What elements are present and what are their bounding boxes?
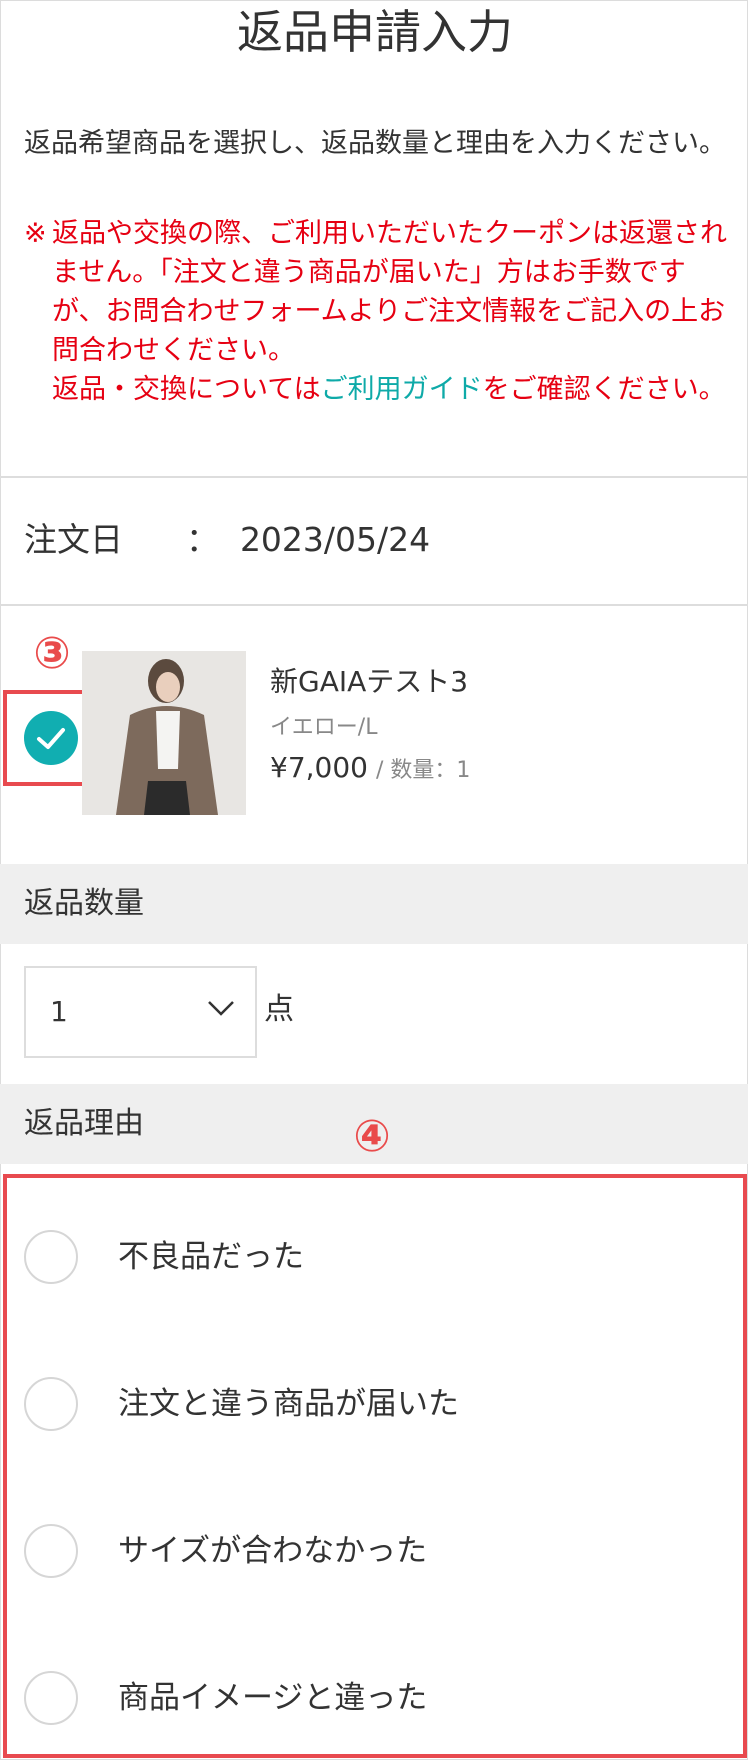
intro-text: 返品希望商品を選択し、返品数量と理由を入力ください。 — [24, 128, 726, 159]
notice-coupon-text: 返品や交換の際、ご利用いただいたクーポンは返還されません。「注文と違う商品が届い… — [52, 218, 727, 366]
product-price-row: ¥7,000 / 数量：1 — [270, 748, 470, 791]
return-quantity-header: 返品数量 — [0, 864, 748, 944]
reason-option-label: 注文と違う商品が届いた — [118, 1386, 459, 1422]
return-quantity-value: 1 — [50, 995, 68, 1028]
product-variant: イエロー/L — [270, 715, 378, 740]
usage-guide-link[interactable]: ご利用ガイド — [321, 374, 483, 405]
product-select-checkbox[interactable] — [24, 711, 78, 765]
notice-guide-prefix: 返品・交換については — [52, 374, 321, 405]
radio-button[interactable] — [24, 1671, 78, 1725]
radio-button[interactable] — [24, 1524, 78, 1578]
reason-option-label: 商品イメージと違った — [118, 1680, 428, 1716]
return-notice: ※ 返品や交換の際、ご利用いただいたクーポンは返還されません。「注文と違う商品が… — [24, 214, 734, 409]
notice-guide-text: 返品・交換についてはご利用ガイドをご確認ください。 — [24, 370, 734, 409]
return-quantity-unit: 点 — [264, 992, 294, 1027]
product-photo-icon — [82, 651, 246, 815]
return-quantity-heading: 返品数量 — [24, 886, 144, 921]
reason-option-image-mismatch[interactable]: 商品イメージと違った — [24, 1671, 724, 1727]
reason-option-wrong-item[interactable]: 注文と違う商品が届いた — [24, 1377, 724, 1433]
return-quantity-select[interactable]: 1 — [24, 966, 257, 1058]
reason-option-defective[interactable]: 不良品だった — [24, 1230, 724, 1286]
notice-mark: ※ — [24, 218, 47, 249]
radio-button[interactable] — [24, 1377, 78, 1431]
reason-option-label: 不良品だった — [118, 1239, 304, 1275]
order-date-separator: ： — [185, 520, 219, 559]
order-date-value: 2023/05/24 — [239, 520, 431, 559]
notice-guide-suffix: をご確認ください。 — [482, 374, 726, 405]
order-date-label: 注文日 — [24, 520, 123, 559]
page-title: 返品申請入力 — [237, 5, 513, 59]
chevron-down-icon — [208, 1001, 234, 1016]
order-date-row: 注文日 ： 2023/05/24 — [24, 515, 430, 565]
divider — [0, 604, 748, 606]
product-name: 新GAIAテスト3 — [270, 665, 469, 698]
reason-option-label: サイズが合わなかった — [118, 1533, 428, 1569]
product-price: ¥7,000 — [270, 751, 368, 784]
radio-button[interactable] — [24, 1230, 78, 1284]
annotation-step-3: ③ — [33, 628, 71, 679]
divider — [0, 476, 748, 478]
check-icon — [37, 728, 65, 749]
reason-option-size-mismatch[interactable]: サイズが合わなかった — [24, 1524, 724, 1580]
product-image — [82, 651, 246, 815]
annotation-step-4: ④ — [353, 1111, 391, 1162]
product-quantity: / 数量：1 — [375, 758, 471, 783]
return-reason-heading: 返品理由 — [24, 1106, 144, 1141]
